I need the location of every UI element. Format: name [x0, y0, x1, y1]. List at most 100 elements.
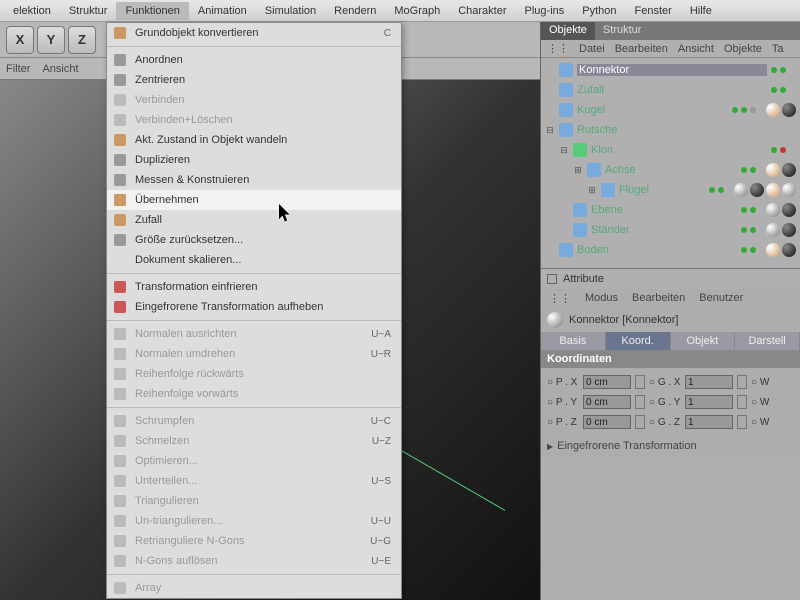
coord-input[interactable] — [583, 415, 631, 429]
menu-mograph[interactable]: MoGraph — [385, 2, 449, 20]
tree-row[interactable]: ⊟Rutsche — [545, 120, 796, 140]
panel-menu[interactable]: Ta — [772, 43, 784, 55]
menu-funktionen[interactable]: Funktionen — [116, 2, 188, 20]
visibility-dot[interactable] — [750, 247, 756, 253]
menu-animation[interactable]: Animation — [189, 2, 256, 20]
expand-icon[interactable]: ⊞ — [573, 165, 583, 176]
material-ball-icon[interactable] — [782, 103, 796, 117]
visibility-dot[interactable] — [741, 247, 747, 253]
visibility-dot[interactable] — [741, 227, 747, 233]
tooltab-filter[interactable]: Filter — [6, 63, 30, 75]
menu-item[interactable]: Dokument skalieren... — [107, 250, 401, 270]
visibility-dot[interactable] — [771, 147, 777, 153]
coord-input[interactable] — [685, 375, 733, 389]
attr-menu[interactable]: Benutzer — [699, 292, 743, 305]
visibility-dot[interactable] — [741, 107, 747, 113]
visibility-dot[interactable] — [771, 87, 777, 93]
panel-tab[interactable]: Objekte — [541, 22, 595, 40]
axis-y-button[interactable]: Y — [37, 26, 65, 54]
panel-menu[interactable]: Objekte — [724, 43, 762, 55]
material-ball-icon[interactable] — [766, 243, 780, 257]
visibility-dot[interactable] — [750, 167, 756, 173]
menu-item[interactable]: Zufall — [107, 210, 401, 230]
visibility-dot[interactable] — [709, 187, 715, 193]
stepper-icon[interactable] — [737, 375, 747, 389]
panel-menu[interactable]: Ansicht — [678, 43, 714, 55]
tooltab-ansicht[interactable]: Ansicht — [42, 63, 78, 75]
stepper-icon[interactable] — [737, 395, 747, 409]
menu-struktur[interactable]: Struktur — [60, 2, 117, 20]
material-ball-icon[interactable] — [734, 183, 748, 197]
material-ball-icon[interactable] — [766, 223, 780, 237]
tree-row[interactable]: Boden — [545, 240, 796, 260]
material-ball-icon[interactable] — [766, 103, 780, 117]
menu-item[interactable]: Duplizieren — [107, 150, 401, 170]
tree-row[interactable]: Konnektor — [545, 60, 796, 80]
visibility-dot[interactable] — [741, 207, 747, 213]
material-ball-icon[interactable] — [766, 163, 780, 177]
panel-menu[interactable]: Datei — [579, 43, 605, 55]
menu-item[interactable]: Übernehmen — [107, 190, 401, 210]
coord-input[interactable] — [583, 375, 631, 389]
material-ball-icon[interactable] — [766, 203, 780, 217]
material-ball-icon[interactable] — [766, 183, 780, 197]
visibility-dot[interactable] — [780, 147, 786, 153]
attr-tab[interactable]: Basis — [541, 332, 606, 350]
material-ball-icon[interactable] — [782, 183, 796, 197]
attr-menu[interactable]: Bearbeiten — [632, 292, 685, 305]
checkbox-icon[interactable] — [547, 274, 557, 284]
menu-fenster[interactable]: Fenster — [626, 2, 681, 20]
attr-tab[interactable]: Objekt — [671, 332, 736, 350]
tree-row[interactable]: Ebene — [545, 200, 796, 220]
coord-input[interactable] — [583, 395, 631, 409]
attr-tab[interactable]: Koord. — [606, 332, 671, 350]
panel-tab[interactable]: Struktur — [595, 22, 650, 40]
expand-icon[interactable]: ⊟ — [559, 145, 569, 156]
visibility-dot[interactable] — [718, 187, 724, 193]
expand-icon[interactable]: ⊟ — [545, 125, 555, 136]
tree-row[interactable]: Kugel — [545, 100, 796, 120]
menu-plug-ins[interactable]: Plug-ins — [516, 2, 574, 20]
menu-elektion[interactable]: elektion — [4, 2, 60, 20]
menu-simulation[interactable]: Simulation — [256, 2, 325, 20]
attr-menu[interactable]: Modus — [585, 292, 618, 305]
material-ball-icon[interactable] — [782, 243, 796, 257]
visibility-dot[interactable] — [741, 167, 747, 173]
tree-row[interactable]: ⊞Achse — [545, 160, 796, 180]
expand-icon[interactable]: ⊞ — [587, 185, 597, 196]
menu-charakter[interactable]: Charakter — [449, 2, 515, 20]
visibility-dot[interactable] — [780, 67, 786, 73]
object-tree[interactable]: KonnektorZufallKugel⊟Rutsche⊟Klon⊞Achse⊞… — [541, 58, 800, 268]
material-ball-icon[interactable] — [750, 183, 764, 197]
menu-python[interactable]: Python — [573, 2, 625, 20]
panel-menu[interactable]: Bearbeiten — [615, 43, 668, 55]
menu-item[interactable]: Anordnen — [107, 50, 401, 70]
material-ball-icon[interactable] — [782, 163, 796, 177]
menu-item[interactable]: Transformation einfrieren — [107, 277, 401, 297]
menu-item[interactable]: Akt. Zustand in Objekt wandeln — [107, 130, 401, 150]
tree-row[interactable]: ⊟Klon — [545, 140, 796, 160]
menu-item[interactable]: Eingefrorene Transformation aufheben — [107, 297, 401, 317]
coord-input[interactable] — [685, 415, 733, 429]
axis-z-button[interactable]: Z — [68, 26, 96, 54]
material-ball-icon[interactable] — [782, 223, 796, 237]
menu-item[interactable]: Größe zurücksetzen... — [107, 230, 401, 250]
tree-row[interactable]: ⊞Flügel — [545, 180, 796, 200]
visibility-dot[interactable] — [732, 107, 738, 113]
menu-item[interactable]: Messen & Konstruieren — [107, 170, 401, 190]
tree-row[interactable]: Ständer — [545, 220, 796, 240]
material-ball-icon[interactable] — [782, 203, 796, 217]
stepper-icon[interactable] — [635, 395, 645, 409]
visibility-dot[interactable] — [771, 67, 777, 73]
tree-row[interactable]: Zufall — [545, 80, 796, 100]
menu-item[interactable]: Grundobjekt konvertierenC — [107, 23, 401, 43]
coord-input[interactable] — [685, 395, 733, 409]
visibility-dot[interactable] — [750, 227, 756, 233]
frozen-transform-row[interactable]: ▶ Eingefrorene Transformation — [541, 436, 800, 456]
stepper-icon[interactable] — [635, 375, 645, 389]
visibility-dot[interactable] — [750, 207, 756, 213]
visibility-dot[interactable] — [780, 87, 786, 93]
attr-tab[interactable]: Darstell — [735, 332, 800, 350]
menu-hilfe[interactable]: Hilfe — [681, 2, 721, 20]
axis-x-button[interactable]: X — [6, 26, 34, 54]
